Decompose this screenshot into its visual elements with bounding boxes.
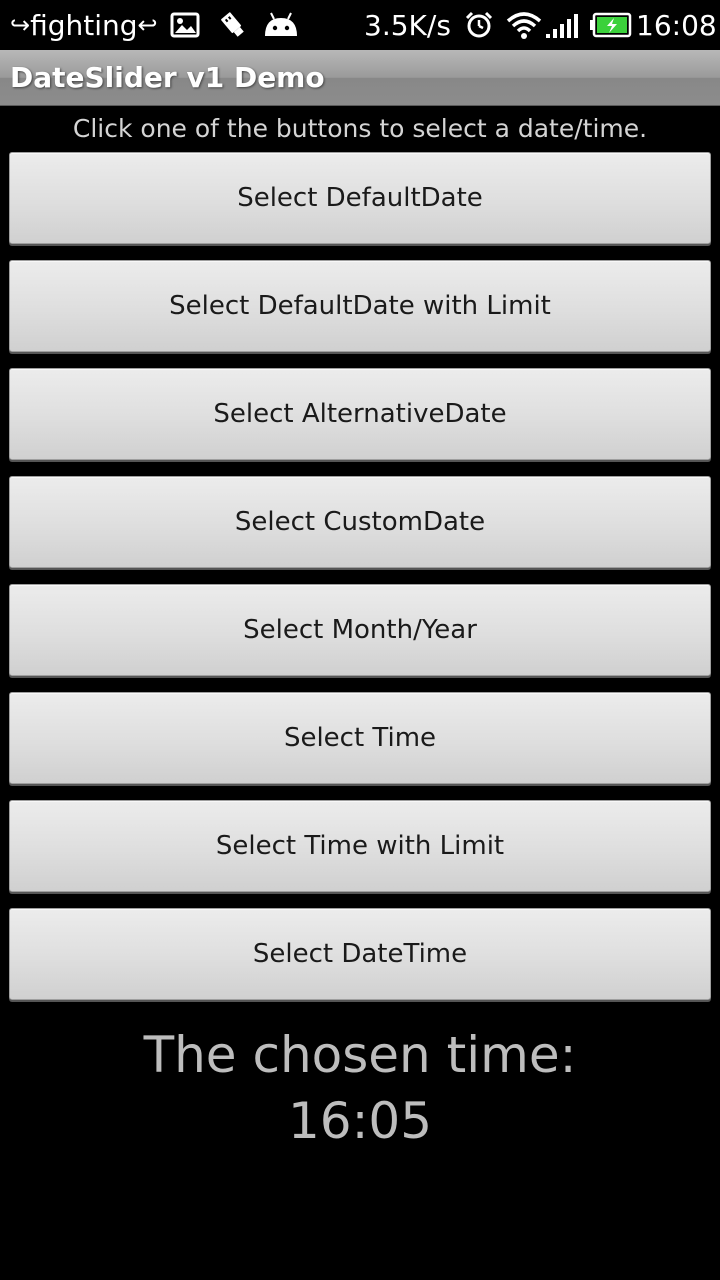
notification-text: ↪ fighting ↩ [10, 0, 158, 50]
select-month-year-button[interactable]: Select Month/Year [9, 584, 711, 676]
select-default-date-with-limit-button[interactable]: Select DefaultDate with Limit [9, 260, 711, 352]
select-time-button[interactable]: Select Time [9, 692, 711, 784]
android-icon [262, 0, 300, 50]
status-bar: ↪ fighting ↩ 3.5K/s 16:08 [0, 0, 720, 50]
network-speed: 3.5K/s [364, 8, 451, 42]
alarm-icon [464, 0, 494, 50]
battery-icon [590, 0, 632, 50]
signal-icon [544, 0, 580, 50]
usb-icon [218, 0, 248, 50]
instruction-text: Click one of the buttons to select a dat… [72, 114, 648, 143]
redirect-arrow-icon: ↪ [10, 11, 31, 39]
select-custom-date-button[interactable]: Select CustomDate [9, 476, 711, 568]
screen: ↪ fighting ↩ 3.5K/s 16:08 DateSlider v1 … [0, 0, 720, 1280]
app-title: DateSlider v1 Demo [10, 61, 325, 94]
wifi-icon [506, 0, 542, 50]
return-arrow-icon: ↩ [137, 11, 158, 39]
select-time-with-limit-button[interactable]: Select Time with Limit [9, 800, 711, 892]
result-value: 16:05 [287, 1092, 433, 1150]
title-bar: DateSlider v1 Demo [0, 50, 720, 106]
select-alternative-date-button[interactable]: Select AlternativeDate [9, 368, 711, 460]
select-default-date-button[interactable]: Select DefaultDate [9, 152, 711, 244]
image-icon [170, 0, 200, 50]
result-label: The chosen time: [143, 1026, 577, 1084]
notification-label: fighting [30, 8, 138, 42]
status-time: 16:08 [636, 8, 717, 42]
select-date-time-button[interactable]: Select DateTime [9, 908, 711, 1000]
